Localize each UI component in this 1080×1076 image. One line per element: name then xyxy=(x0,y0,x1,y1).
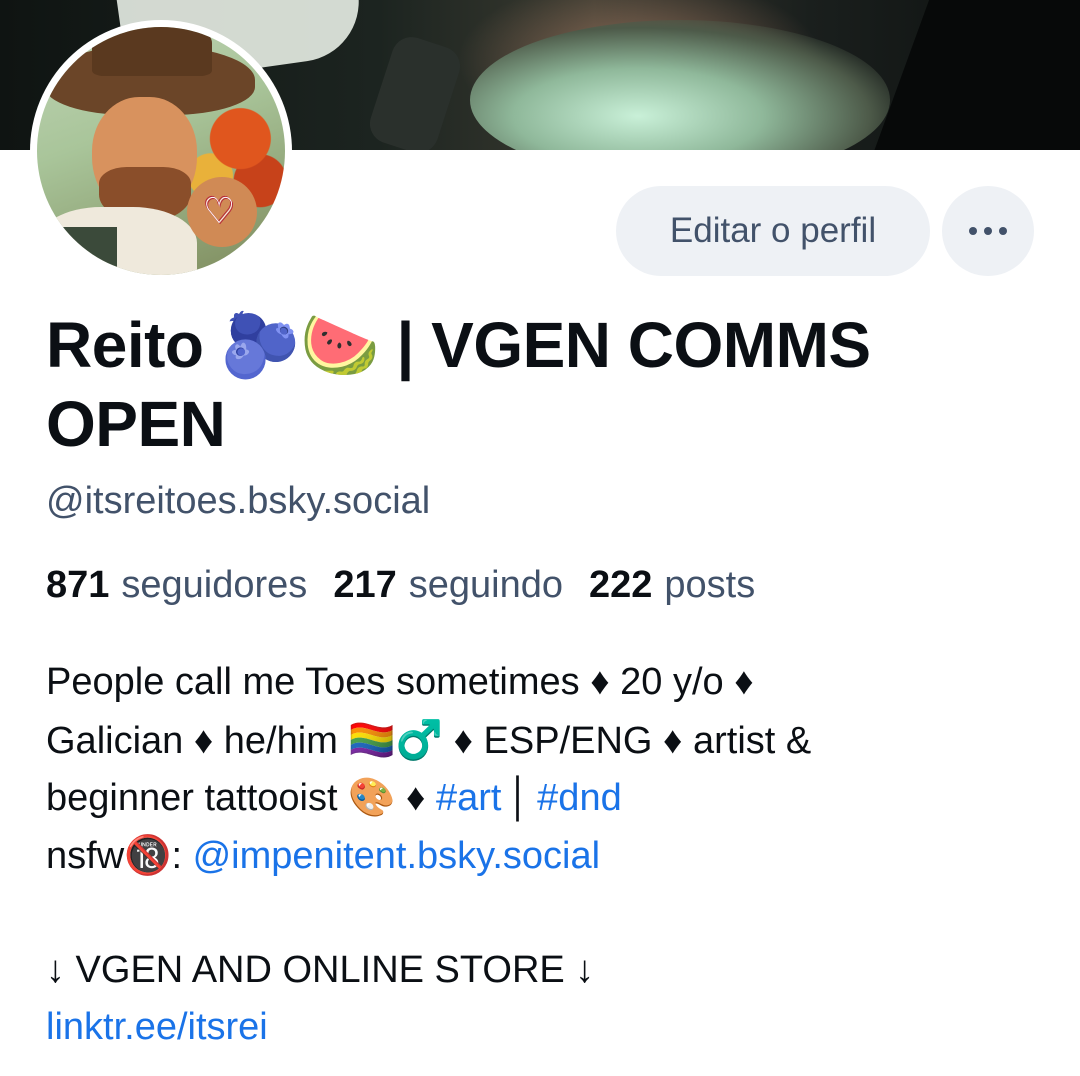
avatar-art-vest xyxy=(37,227,117,275)
heart-icon: ♡ xyxy=(203,191,236,232)
following-label: seguindo xyxy=(408,564,563,606)
bio-text: ♦ xyxy=(395,777,436,819)
bio-line: Galician ♦ he/him 🏳️‍🌈♂️ ♦ ESP/ENG ♦ art… xyxy=(46,712,1056,770)
bio-text: Galician ♦ he/him xyxy=(46,719,349,762)
banner-art-shape xyxy=(863,0,1080,150)
ellipsis-icon xyxy=(969,227,1007,235)
followers-stat[interactable]: 871 seguidores xyxy=(46,564,307,607)
store-link[interactable]: linktr.ee/itsrei xyxy=(46,1006,268,1048)
bio-line: ↓ VGEN AND ONLINE STORE ↓ xyxy=(46,948,595,991)
profile-stats: 871 seguidores 217 seguindo 222 posts xyxy=(46,564,755,607)
under18-emoji: 🔞 xyxy=(124,832,172,877)
avatar[interactable]: ♡ xyxy=(30,20,292,282)
display-name-text: Reito xyxy=(46,309,221,381)
following-stat[interactable]: 217 seguindo xyxy=(333,564,563,607)
profile-handle[interactable]: @itsreitoes.bsky.social xyxy=(46,480,430,523)
bio-blank-line xyxy=(46,884,1056,942)
bio-line: linktr.ee/itsrei xyxy=(46,999,1056,1057)
avatar-art-hat-crown xyxy=(92,27,212,76)
bio-separator: │ xyxy=(507,777,532,819)
pride-flag-male-emoji: 🏳️‍🌈♂️ xyxy=(348,717,444,762)
followers-label: seguidores xyxy=(121,564,308,606)
bio-line: beginner tattooist 🎨 ♦ #art │ #dnd xyxy=(46,769,1056,827)
bio-text: beginner tattooist xyxy=(46,777,349,819)
edit-profile-button[interactable]: Editar o perfil xyxy=(616,186,930,276)
palette-emoji: 🎨 xyxy=(348,775,396,819)
profile-bio: People call me Toes sometimes ♦ 20 y/o ♦… xyxy=(46,654,1056,1057)
blueberry-emoji: 🫐 xyxy=(220,309,301,383)
display-name-text: | VGEN COMMS xyxy=(379,309,871,381)
bio-text: ♦ ESP/ENG ♦ artist & xyxy=(443,719,812,762)
display-name-text: OPEN xyxy=(46,388,226,460)
hashtag-art-link[interactable]: #art xyxy=(436,777,501,819)
bio-line: nsfw🔞: @impenitent.bsky.social xyxy=(46,827,1056,885)
bio-line: People call me Toes sometimes ♦ 20 y/o ♦ xyxy=(46,661,754,703)
more-options-button[interactable] xyxy=(942,186,1034,276)
avatar-image: ♡ xyxy=(37,27,285,275)
nsfw-account-link[interactable]: @impenitent.bsky.social xyxy=(193,835,600,877)
followers-count: 871 xyxy=(46,564,110,606)
posts-count: 222 xyxy=(588,564,653,606)
profile-page: ♡ Editar o perfil Reito 🫐🍉 | VGEN COMMS … xyxy=(0,0,1080,1076)
bio-text: nsfw xyxy=(46,834,125,877)
display-name: Reito 🫐🍉 | VGEN COMMS OPEN xyxy=(46,306,1036,463)
following-count: 217 xyxy=(333,564,397,606)
posts-stat: 222 posts xyxy=(589,564,755,607)
hashtag-dnd-link[interactable]: #dnd xyxy=(537,777,622,819)
banner-art-shape xyxy=(364,31,466,150)
posts-label: posts xyxy=(664,564,756,606)
banner-art-shape xyxy=(470,20,890,150)
watermelon-emoji: 🍉 xyxy=(299,309,380,383)
bio-text: : xyxy=(171,834,193,877)
